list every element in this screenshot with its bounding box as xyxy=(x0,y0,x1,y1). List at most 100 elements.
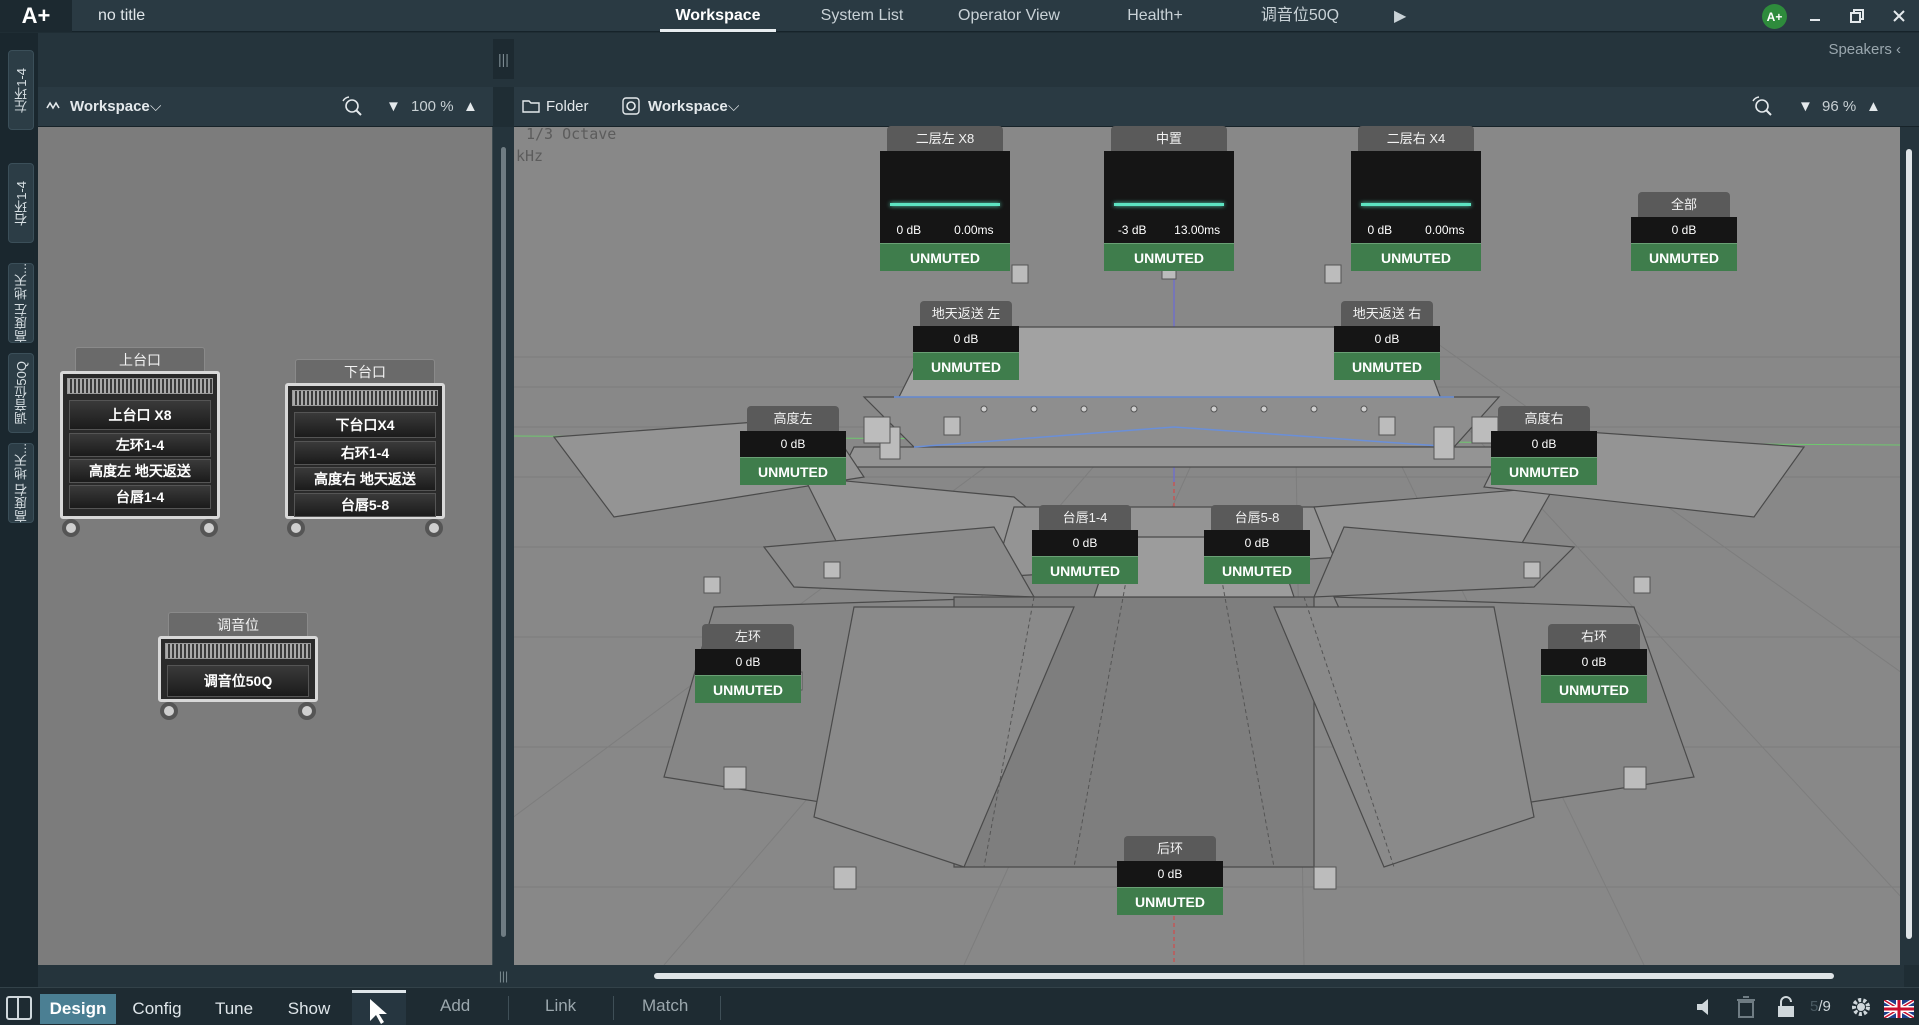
left-horizontal-scrollbar[interactable] xyxy=(38,965,493,987)
rack-title: 下台口 xyxy=(295,359,435,384)
mute-button[interactable]: UNMUTED xyxy=(913,352,1019,380)
side-tab-console-50q[interactable]: 调音位50Q xyxy=(8,353,34,433)
zoom-out-icon[interactable]: ▼ xyxy=(1798,98,1813,115)
channel-strip[interactable]: 左环 0 dB UNMUTED xyxy=(695,624,801,703)
mode-tab-config[interactable]: Config xyxy=(118,994,196,1024)
channel-name: 全部 xyxy=(1638,192,1730,217)
channel-strip[interactable]: 二层左 X8 0 dB 0.00ms UNMUTED xyxy=(880,126,1010,271)
app-logo: A+ xyxy=(0,0,72,32)
workspace-target-icon xyxy=(622,97,640,119)
link-tool-button[interactable]: Link xyxy=(545,996,576,1016)
zoom-out-icon[interactable]: ▼ xyxy=(386,98,401,115)
left-workspace-dropdown[interactable]: Workspace xyxy=(70,98,150,115)
speakers-panel-toggle[interactable]: Speakers ‹ xyxy=(1828,41,1901,58)
rack-wheel xyxy=(425,519,443,537)
channel-strip[interactable]: 全部 0 dB UNMUTED xyxy=(1631,192,1737,271)
language-flag-icon[interactable] xyxy=(1882,998,1916,1020)
rack-unit[interactable]: 右环1-4 xyxy=(294,441,436,465)
rack-vent xyxy=(67,378,213,394)
channel-strip[interactable]: 地天返送 左 0 dB UNMUTED xyxy=(913,301,1019,380)
tab-system-list[interactable]: System List xyxy=(806,0,918,32)
pointer-tool-icon[interactable] xyxy=(352,990,406,1025)
speaker-volume-icon[interactable] xyxy=(1694,996,1716,1023)
channel-gain: 0 dB xyxy=(1204,530,1310,556)
rack-unit[interactable]: 台唇5-8 xyxy=(294,493,436,517)
zoom-in-icon[interactable]: ▲ xyxy=(463,98,478,115)
gear-icon[interactable] xyxy=(1850,996,1872,1023)
trash-icon[interactable] xyxy=(1736,996,1756,1023)
mute-button[interactable]: UNMUTED xyxy=(1204,556,1310,584)
workspace-horizontal-scrollbar[interactable] xyxy=(514,965,1904,987)
channel-name: 二层右 X4 xyxy=(1358,126,1474,151)
close-icon[interactable] xyxy=(1884,4,1914,28)
mute-button[interactable]: UNMUTED xyxy=(880,243,1010,271)
mute-button[interactable]: UNMUTED xyxy=(1351,243,1481,271)
user-badge[interactable]: A+ xyxy=(1762,4,1787,29)
add-tool-button[interactable]: Add xyxy=(440,996,470,1016)
workspace-dropdown[interactable]: Workspace xyxy=(648,98,728,115)
level-meter xyxy=(890,203,1000,206)
tab-operator-view[interactable]: Operator View xyxy=(944,0,1074,32)
channel-strip[interactable]: 台唇1-4 0 dB UNMUTED xyxy=(1032,505,1138,584)
mute-button[interactable]: UNMUTED xyxy=(1541,675,1647,703)
mute-button[interactable]: UNMUTED xyxy=(740,457,846,485)
side-tab-height-left[interactable]: 高度左 地天... xyxy=(8,263,34,343)
rack-unit[interactable]: 高度左 地天返送 xyxy=(69,459,211,483)
side-tab-left-surround[interactable]: 左环1-4 xyxy=(8,50,34,130)
side-tab-height-right[interactable]: 高度右 地天... xyxy=(8,443,34,523)
panel-toggle-icon[interactable] xyxy=(6,996,32,1020)
rack-wheel xyxy=(287,519,305,537)
folder-button[interactable]: Folder xyxy=(546,98,589,115)
mode-tab-show[interactable]: Show xyxy=(272,994,346,1024)
rack-unit[interactable]: 调音位50Q xyxy=(167,665,309,697)
zoom-reset-icon[interactable] xyxy=(1750,95,1772,121)
rack-frame: 调音位50Q xyxy=(158,636,318,702)
restore-icon[interactable] xyxy=(1842,4,1872,28)
mute-button[interactable]: UNMUTED xyxy=(695,675,801,703)
minimize-icon[interactable] xyxy=(1800,4,1830,28)
mode-tab-tune[interactable]: Tune xyxy=(198,994,270,1024)
match-tool-button[interactable]: Match xyxy=(642,996,688,1016)
mute-button[interactable]: UNMUTED xyxy=(1117,887,1223,915)
channel-strip[interactable]: 高度右 0 dB UNMUTED xyxy=(1491,406,1597,485)
rack-unit[interactable]: 下台口X4 xyxy=(294,412,436,438)
channel-strip[interactable]: 地天返送 右 0 dB UNMUTED xyxy=(1334,301,1440,380)
channel-name: 左环 xyxy=(702,624,794,649)
side-tab-right-surround[interactable]: 右环1-4 xyxy=(8,163,34,243)
tab-workspace[interactable]: Workspace xyxy=(660,0,776,32)
rack-unit[interactable]: 上台口 X8 xyxy=(69,400,211,430)
mute-button[interactable]: UNMUTED xyxy=(1032,556,1138,584)
tab-device-50q[interactable]: 调音位50Q xyxy=(1240,0,1360,32)
left-vertical-scrollbar[interactable] xyxy=(493,127,514,965)
rack-unit[interactable]: 高度右 地天返送 xyxy=(294,467,436,491)
mute-button[interactable]: UNMUTED xyxy=(1491,457,1597,485)
rack-vent xyxy=(165,643,311,659)
rack-unit[interactable]: 左环1-4 xyxy=(69,433,211,457)
zoom-reset-icon[interactable] xyxy=(340,95,362,121)
channel-strip[interactable]: 后环 0 dB UNMUTED xyxy=(1117,836,1223,915)
channel-strip[interactable]: 中置 -3 dB 13.00ms UNMUTED xyxy=(1104,126,1234,271)
chevron-down-icon[interactable]: ⌵ xyxy=(150,98,161,115)
channel-gain: 0 dB xyxy=(1541,649,1647,675)
mute-button[interactable]: UNMUTED xyxy=(1631,243,1737,271)
rack-unit[interactable]: 台唇1-4 xyxy=(69,485,211,509)
lock-icon[interactable] xyxy=(1776,996,1796,1023)
channel-strip[interactable]: 右环 0 dB UNMUTED xyxy=(1541,624,1647,703)
mute-button[interactable]: UNMUTED xyxy=(1334,352,1440,380)
channel-strip[interactable]: 高度左 0 dB UNMUTED xyxy=(740,406,846,485)
channel-strip[interactable]: 台唇5-8 0 dB UNMUTED xyxy=(1204,505,1310,584)
channel-strip[interactable]: 二层右 X4 0 dB 0.00ms UNMUTED xyxy=(1351,126,1481,271)
workspace-wave-icon xyxy=(46,99,60,116)
mute-button[interactable]: UNMUTED xyxy=(1104,243,1234,271)
tab-health-plus[interactable]: Health+ xyxy=(1110,0,1200,32)
speakers-label: Speakers xyxy=(1828,41,1892,58)
zoom-in-icon[interactable]: ▲ xyxy=(1866,98,1881,115)
play-icon[interactable]: ▶ xyxy=(1394,6,1406,26)
grip-icon[interactable]: ||| xyxy=(493,965,514,987)
channel-name: 中置 xyxy=(1111,126,1227,151)
workspace-vertical-scrollbar[interactable] xyxy=(1900,127,1919,965)
chevron-down-icon[interactable]: ⌵ xyxy=(728,98,739,115)
side-tab-strip: 左环1-4 右环1-4 高度左 地天... 调音位50Q 高度右 地天... xyxy=(0,33,38,993)
mode-tab-design[interactable]: Design xyxy=(40,994,116,1024)
panel-splitter-icon[interactable]: ||| xyxy=(493,39,514,79)
